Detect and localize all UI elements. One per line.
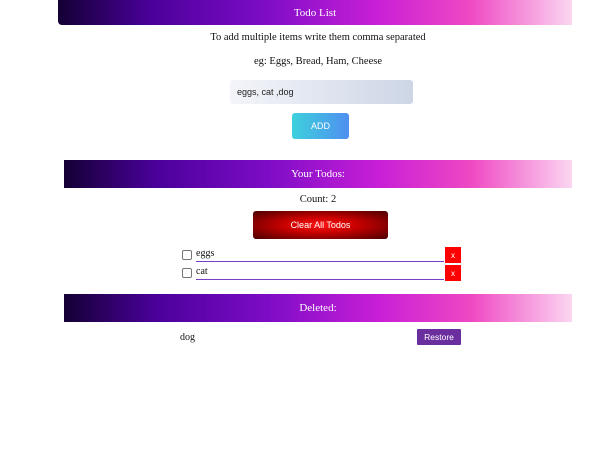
app-title-banner: Todo List: [58, 0, 572, 25]
restore-button[interactable]: Restore: [417, 329, 461, 345]
todo-input[interactable]: [230, 80, 413, 104]
deleted-section-banner: Deleted:: [64, 294, 572, 322]
todo-item: cat x: [182, 265, 462, 282]
delete-todo-button[interactable]: x: [445, 247, 461, 263]
deleted-section-title: Deleted:: [299, 302, 337, 314]
todo-text[interactable]: eggs: [196, 248, 444, 262]
deleted-item-text: dog: [180, 332, 195, 343]
clear-all-todos-button[interactable]: Clear All Todos: [253, 211, 388, 239]
todo-checkbox[interactable]: [182, 268, 192, 278]
todos-section-title: Your Todos:: [291, 168, 345, 180]
instruction-text: To add multiple items write them comma s…: [210, 32, 426, 43]
todo-checkbox[interactable]: [182, 250, 192, 260]
deleted-item: dog Restore: [180, 329, 462, 346]
example-text: eg: Eggs, Bread, Ham, Cheese: [253, 56, 382, 67]
todo-app: Todo List To add multiple items write th…: [0, 0, 600, 450]
todo-item: eggs x: [182, 247, 462, 264]
delete-todo-button[interactable]: x: [445, 265, 461, 281]
todo-text[interactable]: cat: [196, 266, 444, 280]
app-title: Todo List: [293, 6, 337, 19]
add-button[interactable]: ADD: [292, 113, 349, 139]
todo-count: Count: 2: [299, 194, 337, 205]
todos-section-banner: Your Todos:: [64, 160, 572, 188]
